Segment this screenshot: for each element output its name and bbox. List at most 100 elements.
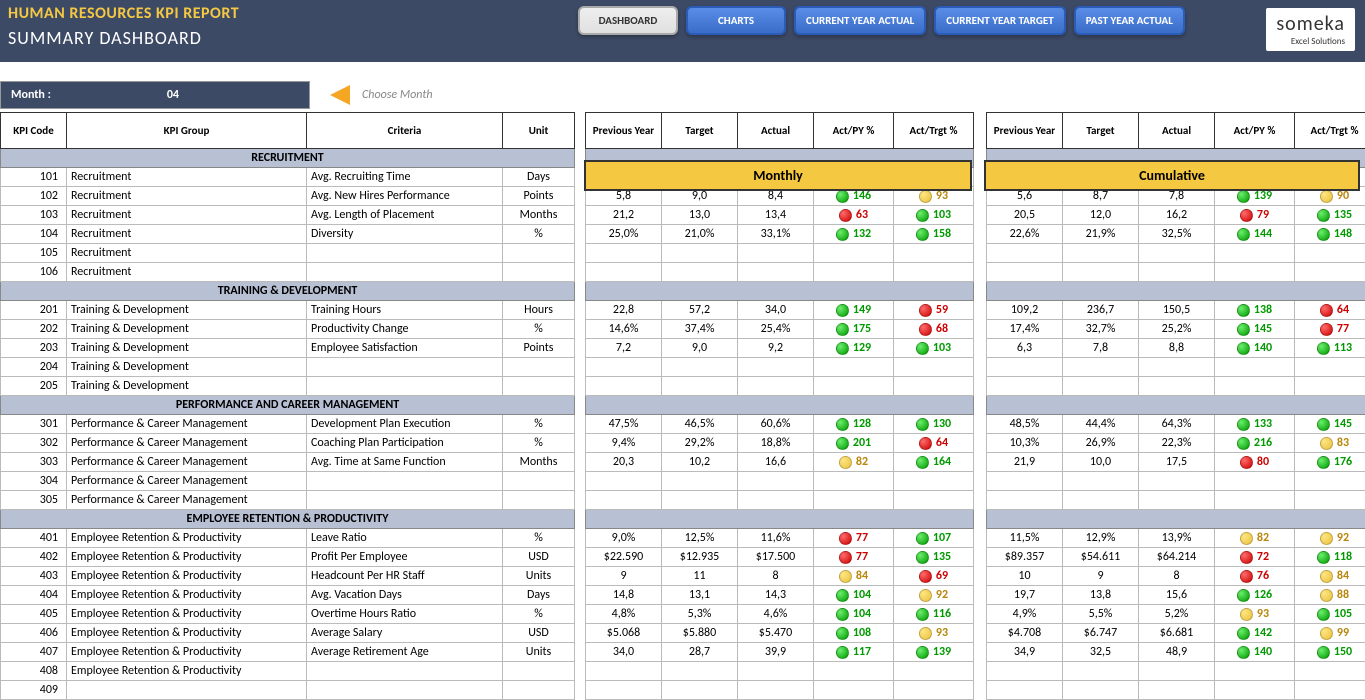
table-row xyxy=(586,244,974,263)
cell: 101 xyxy=(1,168,67,187)
cell: 305 xyxy=(1,491,67,510)
cell xyxy=(307,681,503,700)
cell: % xyxy=(503,415,575,434)
cell: 19,7 xyxy=(987,586,1063,605)
cell: 22,3% xyxy=(1139,434,1215,453)
pct-cell: 84 xyxy=(1295,567,1365,586)
table-row: $5.068$5.880$5.47010893 xyxy=(586,624,974,643)
cell: Months xyxy=(503,453,575,472)
cell: $54.611 xyxy=(1063,548,1139,567)
pct-cell: 135 xyxy=(894,548,974,567)
cell: USD xyxy=(503,548,575,567)
cell xyxy=(894,244,974,263)
pct-cell: 76 xyxy=(1215,567,1295,586)
cell: 404 xyxy=(1,586,67,605)
cell: Avg. New Hires Performance xyxy=(307,187,503,206)
table-row: 21,213,013,463103 xyxy=(586,206,974,225)
cell: Units xyxy=(503,567,575,586)
cell: 48,9 xyxy=(1139,643,1215,662)
cell: 401 xyxy=(1,529,67,548)
cell: 47,5% xyxy=(586,415,662,434)
cumulative-header: Cumulative xyxy=(984,160,1360,191)
cell: Employee Satisfaction xyxy=(307,339,503,358)
py-actual-button[interactable]: PAST YEAR ACTUAL xyxy=(1074,6,1185,35)
group-header xyxy=(586,396,974,415)
pct-cell: 140 xyxy=(1215,643,1295,662)
cell xyxy=(1139,358,1215,377)
table-row: 22,857,234,014959 xyxy=(586,301,974,320)
table-row: 203Training & DevelopmentEmployee Satisf… xyxy=(1,339,575,358)
cell: 104 xyxy=(1,225,67,244)
status-dot-icon xyxy=(836,418,849,431)
cell: Recruitment xyxy=(67,187,307,206)
cell: 48,5% xyxy=(987,415,1063,434)
cell: 9,0% xyxy=(586,529,662,548)
table-row: 402Employee Retention & ProductivityProf… xyxy=(1,548,575,567)
cell xyxy=(738,472,814,491)
table-row: 202Training & DevelopmentProductivity Ch… xyxy=(1,320,575,339)
cy-actual-button[interactable]: CURRENT YEAR ACTUAL xyxy=(794,6,926,35)
status-dot-icon xyxy=(836,323,849,336)
cell: % xyxy=(503,320,575,339)
cell: Employee Retention & Productivity xyxy=(67,567,307,586)
table-row: 10,3%26,9%22,3%21683 xyxy=(987,434,1365,453)
charts-button[interactable]: CHARTS xyxy=(686,6,786,35)
cell xyxy=(1295,491,1365,510)
cy-target-button[interactable]: CURRENT YEAR TARGET xyxy=(934,6,1065,35)
table-row: 404Employee Retention & ProductivityAvg.… xyxy=(1,586,575,605)
cell: 14,6% xyxy=(586,320,662,339)
cell: Training & Development xyxy=(67,301,307,320)
cell xyxy=(307,358,503,377)
group-header: EMPLOYEE RETENTION & PRODUCTIVITY xyxy=(1,510,575,529)
cell xyxy=(586,662,662,681)
cell: $64.214 xyxy=(1139,548,1215,567)
cell: 44,4% xyxy=(1063,415,1139,434)
status-dot-icon xyxy=(919,437,932,450)
month-selector[interactable]: Month : 04 xyxy=(0,81,310,109)
dashboard-button[interactable]: DASHBOARD xyxy=(578,6,678,35)
pct-cell: 201 xyxy=(814,434,894,453)
cell: 9 xyxy=(586,567,662,586)
status-dot-icon xyxy=(836,304,849,317)
cell: Employee Retention & Productivity xyxy=(67,643,307,662)
cell: 21,2 xyxy=(586,206,662,225)
monthly-header: Monthly xyxy=(584,160,972,191)
cell xyxy=(894,377,974,396)
pct-cell: 107 xyxy=(894,529,974,548)
month-hint: Choose Month xyxy=(362,88,433,102)
pct-cell: 82 xyxy=(1215,529,1295,548)
col-target: Target xyxy=(1063,113,1139,149)
status-dot-icon xyxy=(1317,209,1330,222)
cell: 13,9% xyxy=(1139,529,1215,548)
cell xyxy=(814,662,894,681)
cell: 204 xyxy=(1,358,67,377)
pct-cell: 116 xyxy=(894,605,974,624)
cell: 22,6% xyxy=(987,225,1063,244)
table-row: 47,5%46,5%60,6%128130 xyxy=(586,415,974,434)
cell: 10 xyxy=(987,567,1063,586)
cell xyxy=(1215,472,1295,491)
cell: 29,2% xyxy=(662,434,738,453)
cell xyxy=(1215,662,1295,681)
table-row xyxy=(987,472,1365,491)
status-dot-icon xyxy=(916,342,929,355)
cell xyxy=(662,681,738,700)
cell: Recruitment xyxy=(67,244,307,263)
cell xyxy=(987,244,1063,263)
cell: 8 xyxy=(738,567,814,586)
group-header xyxy=(586,510,974,529)
cell: $6.681 xyxy=(1139,624,1215,643)
cell: Performance & Career Management xyxy=(67,415,307,434)
cell xyxy=(1215,244,1295,263)
cell: $12.935 xyxy=(662,548,738,567)
cell: Days xyxy=(503,586,575,605)
cell xyxy=(1139,472,1215,491)
pct-cell: 144 xyxy=(1215,225,1295,244)
cell xyxy=(814,244,894,263)
pct-cell: 59 xyxy=(894,301,974,320)
status-dot-icon xyxy=(839,209,852,222)
status-dot-icon xyxy=(919,570,932,583)
cell xyxy=(307,662,503,681)
col-acttrg: Act/Trgt % xyxy=(894,113,974,149)
table-row: 25,0%21,0%33,1%132158 xyxy=(586,225,974,244)
